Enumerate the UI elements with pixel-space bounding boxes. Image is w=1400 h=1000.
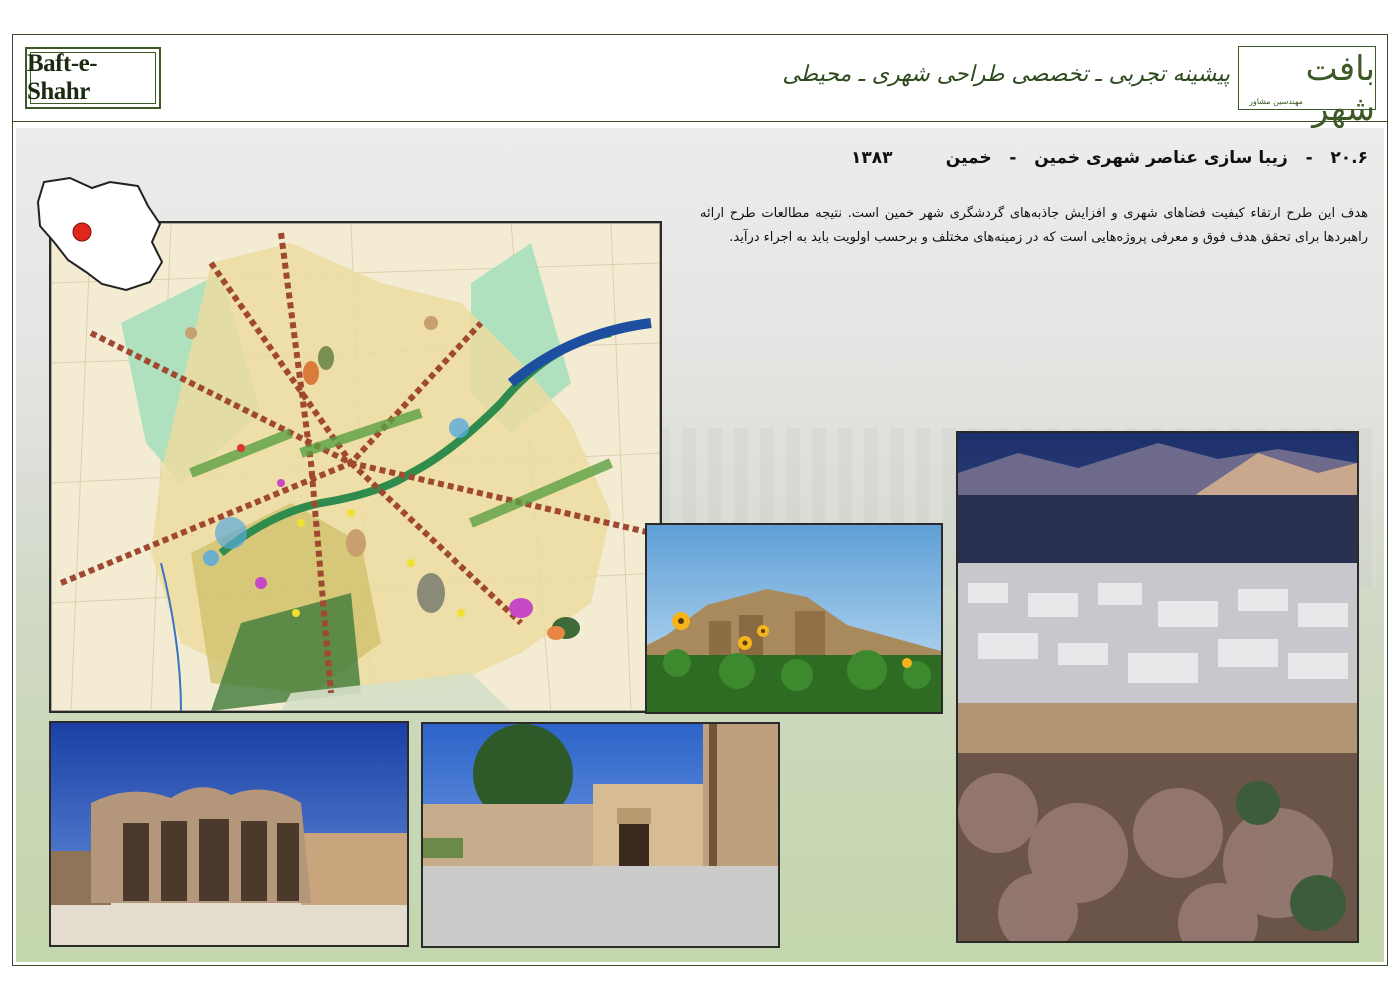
section-title: ۲۰.۶ - زیبا سازی عناصر شهری خمین - خمین … — [851, 148, 1368, 168]
section-number: ۲۰.۶ — [1330, 148, 1368, 168]
section-dash: - — [1305, 148, 1313, 168]
project-description: هدف این طرح ارتقاء کیفیت فضاهای شهری و ا… — [700, 206, 1368, 245]
section-city: خمین — [945, 148, 992, 168]
photo-arched-building — [49, 721, 409, 947]
logo-text: Baft-e-Shahr — [27, 50, 98, 105]
section-name: زیبا سازی عناصر شهری خمین — [1034, 148, 1288, 168]
photo-street-gate — [421, 722, 780, 948]
iran-location-inset — [30, 172, 180, 302]
baft-e-shahr-logo: Baft-e-Shahr — [25, 47, 161, 109]
photo-city-panorama — [956, 431, 1359, 943]
section-year: ۱۳۸۳ — [850, 148, 893, 168]
brand-wordmark: بافت شهر — [1305, 49, 1375, 129]
brand-logo: بافت شهر مهندسین مشاور — [1238, 46, 1376, 129]
page-title: پیشینه تجربی ـ تخصصی طراحی شهری ـ محیطی — [782, 62, 1230, 87]
header-divider — [12, 121, 1388, 122]
photo-ruins-sunflowers — [645, 523, 943, 714]
section-dash: - — [1009, 148, 1017, 168]
red-dot-icon — [72, 222, 92, 242]
brand-subtitle: مهندسین مشاور — [1249, 97, 1303, 106]
